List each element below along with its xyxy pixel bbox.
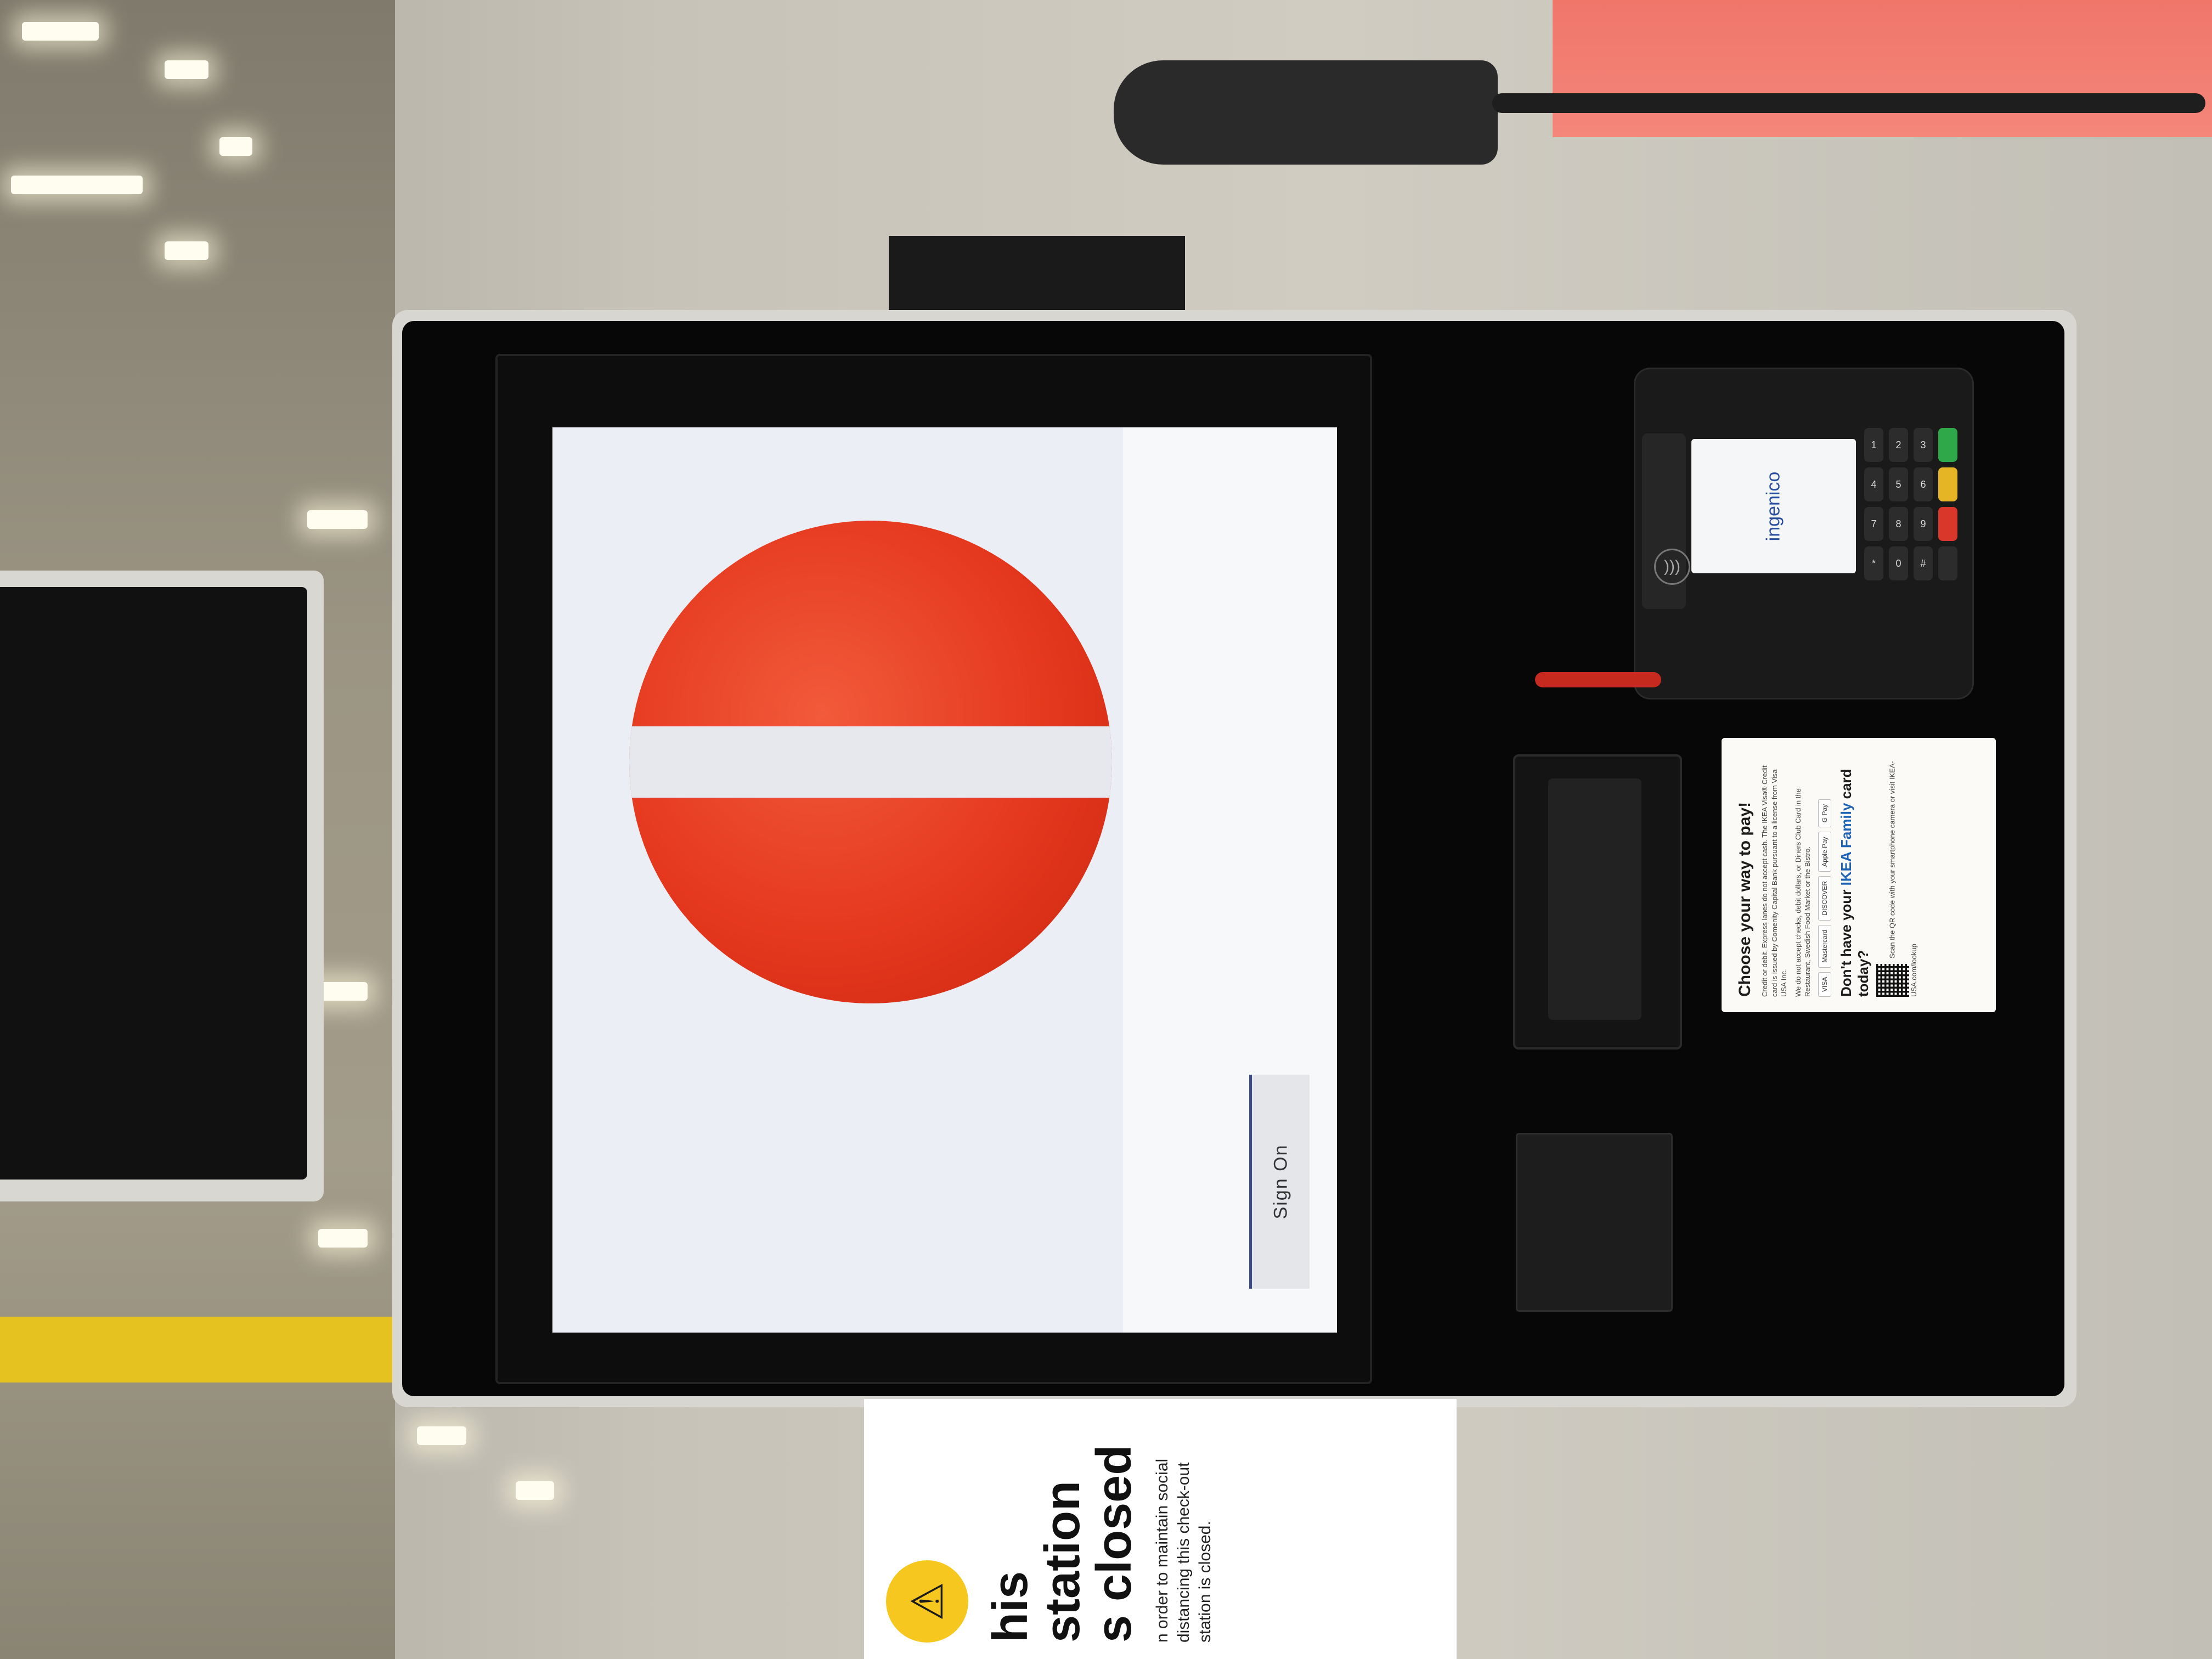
terminal-brand-logo: ingenico (1763, 471, 1784, 541)
mastercard-logo: Mastercard (1818, 924, 1831, 968)
keypad-key[interactable]: 7 (1864, 507, 1883, 541)
scanner-window (1516, 1133, 1673, 1312)
keypad-enter-key[interactable] (1938, 428, 1957, 462)
ceiling-light (11, 176, 143, 194)
keypad-key[interactable]: 1 (1864, 428, 1883, 462)
card-payment-terminal[interactable]: ))) ingenico 1 2 3 4 5 6 7 8 9 * 0 # (1634, 368, 1974, 699)
touchscreen-display: ⋮⋮ ⌨ ▭ Sign On (552, 427, 1337, 1333)
station-closed-content: ⚠ his station s closed n order to maintai… (864, 1399, 1457, 1659)
qr-code-icon (1876, 964, 1910, 997)
poster-headline-line-1: his station (983, 1480, 1090, 1643)
red-shopping-bags (1553, 0, 2212, 137)
ceiling-light (318, 1229, 368, 1248)
qr-text: Scan the QR code with your smartphone ca… (1888, 761, 1918, 997)
payment-card-body: Credit or debit. Express lanes do not ac… (1760, 765, 1788, 997)
poster-body: n order to maintain social distancing th… (1153, 1458, 1214, 1643)
google-pay-logo: G Pay (1818, 799, 1831, 828)
payment-logos: VISA Mastercard DISCOVER Apple Pay G Pay (1818, 753, 1831, 997)
signature-stylus[interactable] (1535, 672, 1661, 687)
poster-headline: his station s closed (983, 1415, 1142, 1643)
qr-instructions: Scan the QR code with your smartphone ca… (1876, 753, 1919, 997)
neighbor-kiosk-screen (0, 587, 307, 1180)
payment-info-content: Choose your way to pay! Credit or debit.… (1722, 738, 1996, 1012)
social-distancing-icon: ⚠ (886, 1560, 968, 1643)
ceiling-light (516, 1481, 554, 1500)
receipt-slot (1548, 778, 1641, 1020)
station-closed-poster: ⚠ his station s closed n order to maintai… (864, 1399, 1457, 1659)
family-prefix: Don't have your (1837, 885, 1854, 997)
keypad-key[interactable]: * (1864, 546, 1883, 580)
photo-scene: ⋮⋮ ⌨ ▭ Sign On ))) ingenico (0, 0, 2212, 1659)
apple-pay-logo: Apple Pay (1818, 832, 1831, 872)
ceiling-light (22, 22, 99, 41)
terminal-screen: ingenico (1691, 439, 1856, 573)
discover-logo: DISCOVER (1818, 876, 1831, 921)
keypad-key[interactable]: 3 (1914, 428, 1933, 462)
keypad-key[interactable]: 6 (1914, 467, 1933, 501)
keypad-key[interactable]: 0 (1889, 546, 1908, 580)
keypad-cancel-key[interactable] (1938, 507, 1957, 541)
payment-card-body: We do not accept checks, debit dollars, … (1793, 788, 1812, 997)
payment-card-title: Choose your way to pay! (1736, 802, 1754, 997)
neighbor-kiosk (0, 571, 324, 1201)
self-checkout-kiosk: ⋮⋮ ⌨ ▭ Sign On ))) ingenico (392, 310, 2076, 1407)
kiosk-face: ⋮⋮ ⌨ ▭ Sign On ))) ingenico (402, 321, 2064, 1396)
scanner-cable (1492, 93, 2205, 113)
keypad-key[interactable]: 2 (1889, 428, 1908, 462)
sign-on-label: Sign On (1270, 1144, 1291, 1220)
ceiling-light (165, 60, 208, 79)
handheld-barcode-scanner[interactable] (1114, 60, 1498, 165)
family-highlight: IKEA Family (1837, 803, 1854, 886)
receipt-printer (1513, 754, 1682, 1049)
sign-on-button[interactable]: Sign On (1249, 1075, 1310, 1289)
poster-headline-line-2: s closed (1087, 1444, 1142, 1643)
kiosk-top-mount (889, 236, 1185, 313)
floor-tape (0, 1317, 395, 1383)
touchscreen-bezel: ⋮⋮ ⌨ ▭ Sign On (495, 354, 1372, 1384)
terminal-keypad[interactable]: 1 2 3 4 5 6 7 8 9 * 0 # (1864, 428, 1957, 620)
keypad-key[interactable]: 4 (1864, 467, 1883, 501)
lane-closed-sign (629, 521, 1112, 1003)
ceiling-light (307, 510, 368, 529)
keypad-key[interactable] (1938, 546, 1957, 580)
keypad-key[interactable]: # (1914, 546, 1933, 580)
ceiling-light (417, 1426, 466, 1445)
keypad-key[interactable]: 8 (1889, 507, 1908, 541)
family-card-heading: Don't have your IKEA Family card today? (1838, 753, 1872, 997)
payment-info-card: Choose your way to pay! Credit or debit.… (1722, 738, 1996, 1012)
contactless-icon: ))) (1654, 549, 1690, 585)
ceiling-light (165, 241, 208, 260)
keypad-clear-key[interactable] (1938, 467, 1957, 501)
keypad-key[interactable]: 9 (1914, 507, 1933, 541)
ceiling-light (219, 137, 252, 156)
keypad-key[interactable]: 5 (1889, 467, 1908, 501)
visa-logo: VISA (1818, 972, 1831, 997)
lane-closed-bar (629, 726, 1112, 798)
card-reader-slot[interactable]: ))) (1642, 433, 1690, 609)
